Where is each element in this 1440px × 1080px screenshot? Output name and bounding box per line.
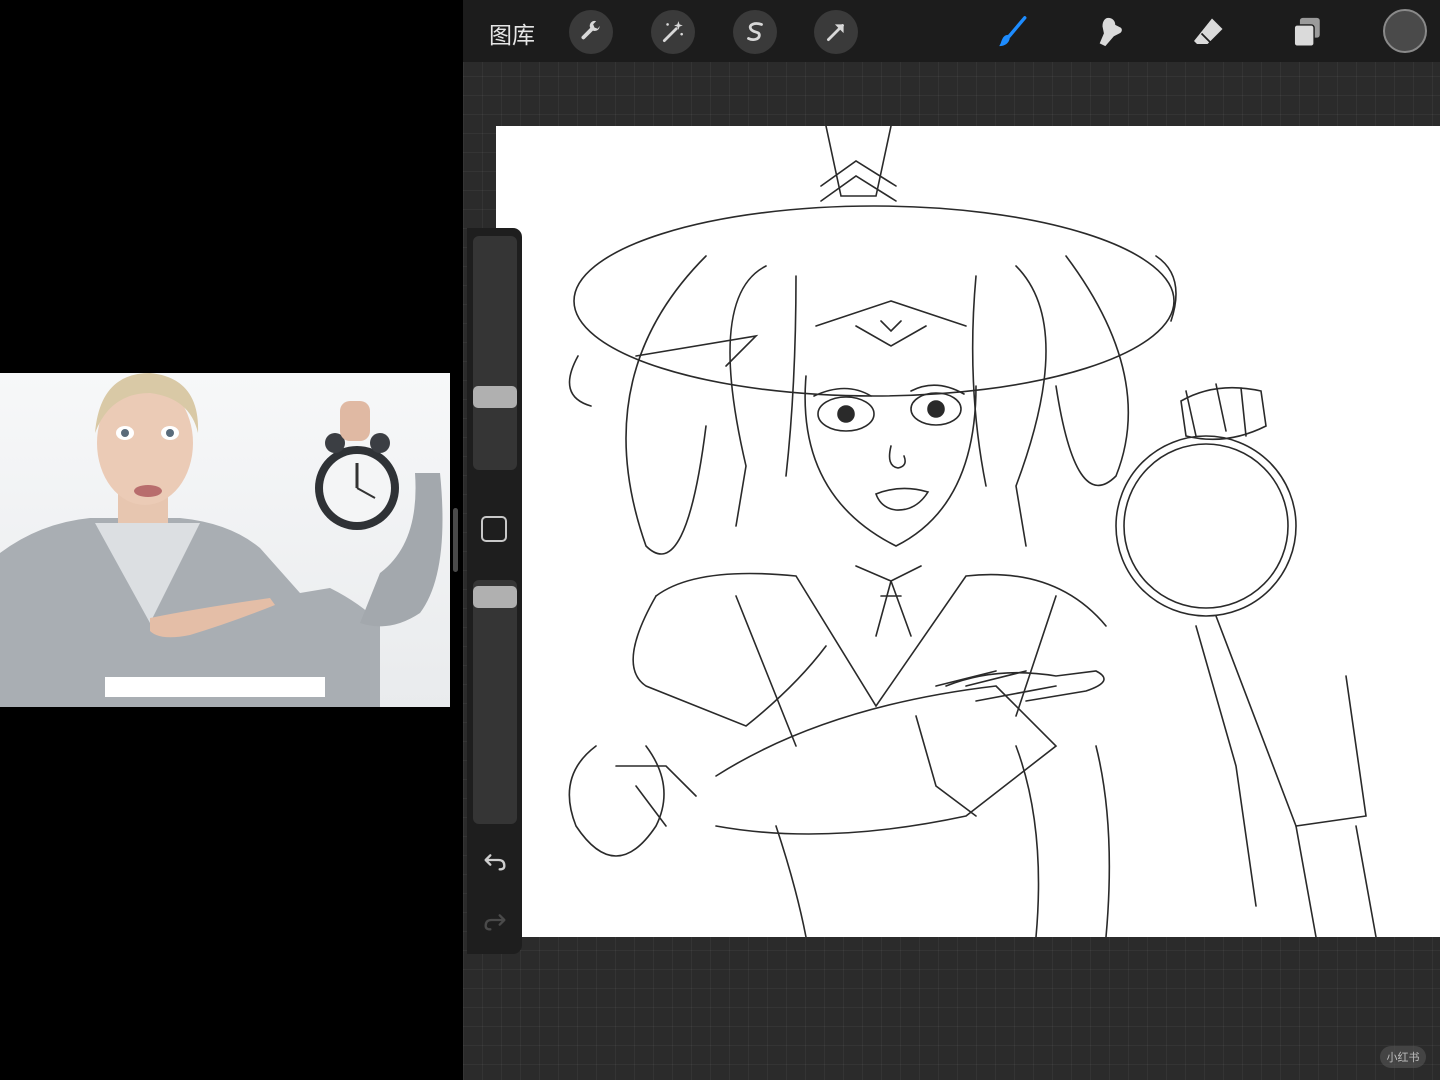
pencil-sketch (568, 126, 1377, 937)
redo-button[interactable] (481, 906, 509, 934)
brush-size-slider[interactable] (473, 236, 517, 470)
smudge-button[interactable] (1089, 10, 1133, 54)
modify-button[interactable] (481, 516, 507, 542)
layers-icon (1293, 17, 1320, 47)
adjustments-button[interactable] (651, 10, 695, 54)
brush-icon (999, 16, 1027, 47)
opacity-slider[interactable] (473, 580, 517, 824)
actions-button[interactable] (569, 10, 613, 54)
gallery-button[interactable]: 图库 (489, 16, 535, 50)
undo-button[interactable] (481, 846, 509, 874)
top-toolbar: 图库 (463, 0, 1440, 62)
undo-icon (484, 854, 506, 871)
split-view-divider[interactable] (453, 508, 458, 572)
eraser-icon (1194, 18, 1223, 44)
brush-size-thumb[interactable] (473, 386, 517, 408)
arrow-cursor-icon (827, 24, 844, 41)
magic-wand-icon (662, 21, 683, 43)
smudge-finger-icon (1099, 17, 1122, 47)
layers-button[interactable] (1285, 10, 1329, 54)
sidebar (467, 228, 522, 954)
watermark: 小红书 (1380, 1046, 1426, 1068)
procreate-app: 图库 小红书 (463, 0, 1440, 1080)
drawing-canvas[interactable] (496, 126, 1440, 937)
selection-button[interactable] (733, 10, 777, 54)
color-button[interactable] (1383, 9, 1427, 53)
redo-icon (484, 914, 506, 931)
brush-button[interactable] (990, 10, 1034, 54)
wrench-icon (581, 20, 600, 40)
reference-pane (0, 0, 463, 1080)
eraser-button[interactable] (1187, 10, 1231, 54)
selection-s-icon (747, 22, 763, 41)
reference-photo (0, 373, 450, 707)
transform-button[interactable] (814, 10, 858, 54)
opacity-thumb[interactable] (473, 586, 517, 608)
